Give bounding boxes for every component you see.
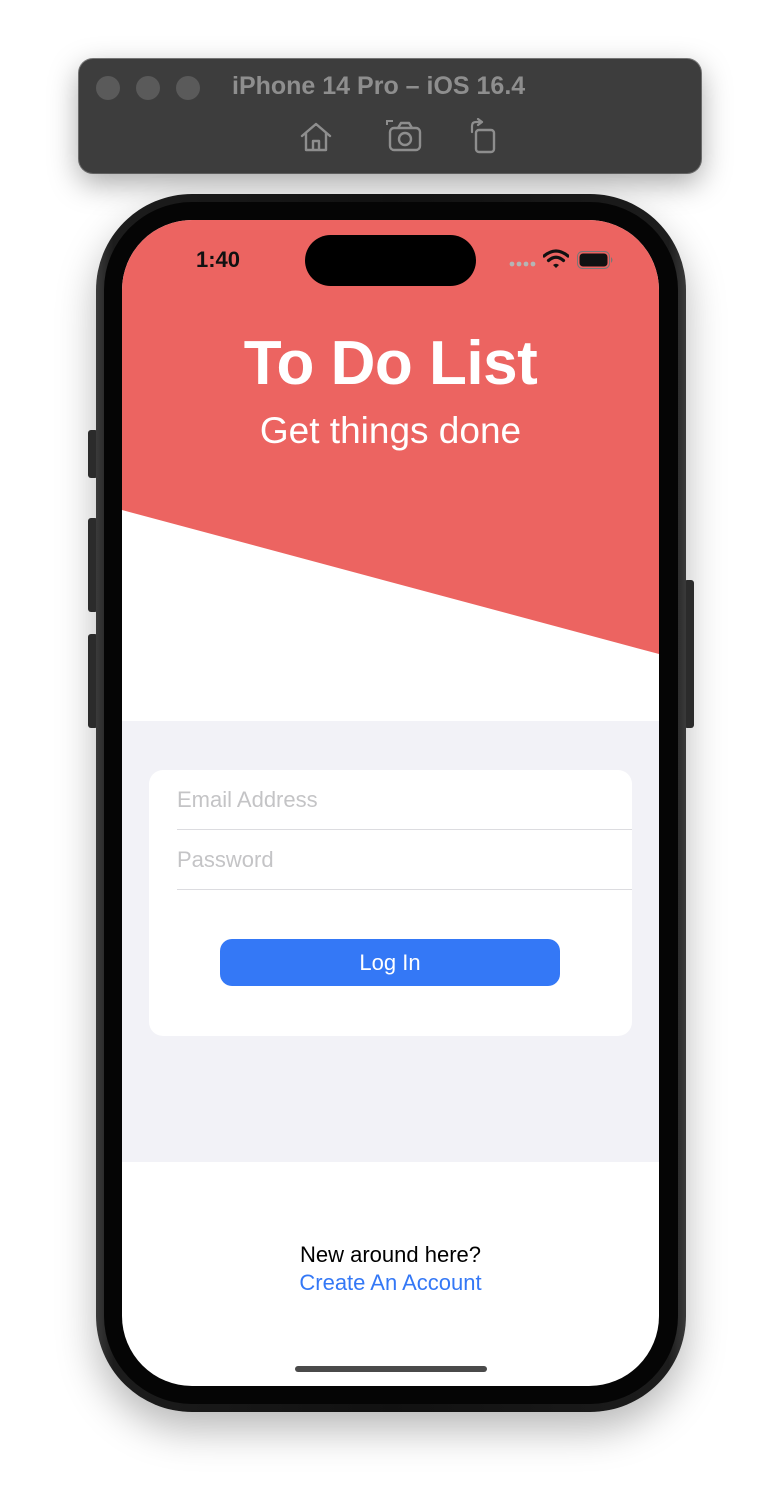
rotate-icon[interactable] xyxy=(464,117,504,154)
minimize-window-button[interactable] xyxy=(136,76,160,100)
simulator-title: iPhone 14 Pro – iOS 16.4 xyxy=(232,72,526,100)
password-input[interactable] xyxy=(177,830,632,889)
dynamic-island xyxy=(305,235,476,286)
log-in-button[interactable]: Log In xyxy=(220,939,560,986)
app-subtitle: Get things done xyxy=(259,410,522,451)
app-title: To Do List xyxy=(243,329,538,398)
password-field xyxy=(177,830,632,890)
email-field xyxy=(177,770,632,830)
login-form-area: Log In xyxy=(122,721,659,1162)
phone-screen: 1:40 To Do List Get things done Log In N… xyxy=(122,220,659,1386)
new-user-prompt: New around here? xyxy=(299,1242,481,1267)
create-account-link[interactable]: Create An Account xyxy=(122,1270,659,1296)
home-indicator[interactable] xyxy=(295,1366,487,1372)
login-card: Log In xyxy=(149,770,632,1036)
status-time: 1:40 xyxy=(196,247,241,272)
zoom-window-button[interactable] xyxy=(176,76,200,100)
battery-icon xyxy=(577,251,613,269)
home-icon[interactable] xyxy=(296,118,336,154)
wifi-icon xyxy=(543,249,569,268)
email-input[interactable] xyxy=(177,770,632,829)
screenshot-camera-icon[interactable] xyxy=(385,118,425,154)
close-window-button[interactable] xyxy=(96,76,120,100)
cellular-dots-icon xyxy=(509,261,536,267)
